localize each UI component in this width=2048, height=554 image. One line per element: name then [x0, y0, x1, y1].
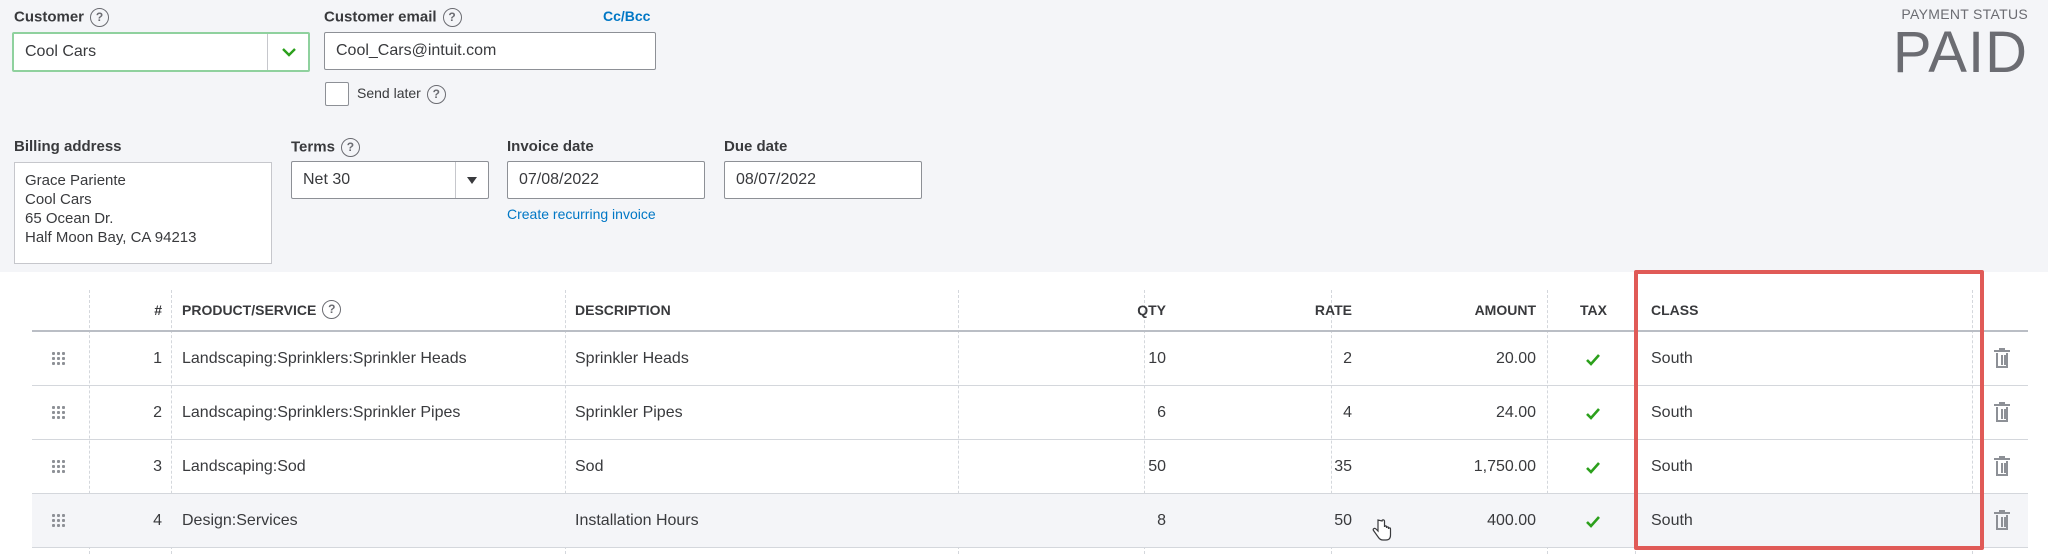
description-cell[interactable]: Sprinkler Pipes [575, 404, 683, 422]
row-number: 4 [153, 512, 162, 529]
qty-cell[interactable]: 10 [1062, 350, 1166, 368]
terms-label: Terms? [291, 138, 360, 157]
billing-address-field[interactable]: Grace Pariente Cool Cars 65 Ocean Dr. Ha… [14, 162, 272, 264]
row-number: 2 [153, 404, 162, 421]
row-number: 1 [153, 350, 162, 367]
customer-email-label: Customer email? [324, 8, 462, 27]
description-cell[interactable]: Sprinkler Heads [575, 350, 689, 368]
rate-cell[interactable]: 50 [1232, 512, 1352, 530]
trash-icon[interactable] [1994, 456, 2010, 476]
send-later-checkbox[interactable] [325, 82, 349, 106]
rate-cell[interactable]: 2 [1232, 350, 1352, 368]
customer-label: Customer? [14, 8, 110, 27]
product-cell[interactable]: Landscaping:Sprinklers:Sprinkler Pipes [182, 404, 460, 422]
help-icon[interactable]: ? [340, 138, 360, 157]
hand-cursor-icon [1372, 519, 1392, 541]
customer-select[interactable]: Cool Cars [12, 32, 310, 72]
trash-icon[interactable] [1994, 510, 2010, 530]
tax-check-icon[interactable] [1585, 406, 1601, 422]
billing-address-line: Cool Cars [25, 191, 92, 208]
drag-handle-icon[interactable] [52, 514, 66, 527]
cc-bcc-link[interactable]: Cc/Bcc [603, 8, 650, 24]
create-recurring-invoice-link[interactable]: Create recurring invoice [507, 206, 656, 222]
billing-address-label: Billing address [14, 138, 122, 155]
class-column-highlight [1634, 270, 1984, 550]
drag-handle-icon[interactable] [52, 406, 66, 419]
column-header-num: # [154, 302, 162, 318]
drag-handle-icon[interactable] [52, 460, 66, 473]
billing-address-line: Grace Pariente [25, 172, 126, 189]
amount-cell[interactable]: 24.00 [1412, 404, 1536, 422]
billing-address-line: Half Moon Bay, CA 94213 [25, 229, 197, 246]
product-cell[interactable]: Landscaping:Sprinklers:Sprinkler Heads [182, 350, 467, 368]
qty-cell[interactable]: 50 [1062, 458, 1166, 476]
description-cell[interactable]: Sod [575, 458, 603, 476]
send-later-label: Send later? [357, 85, 446, 104]
product-cell[interactable]: Landscaping:Sod [182, 458, 306, 476]
drag-handle-icon[interactable] [52, 352, 66, 365]
rate-cell[interactable]: 4 [1232, 404, 1352, 422]
amount-cell[interactable]: 1,750.00 [1412, 458, 1536, 476]
help-icon[interactable]: ? [426, 85, 446, 104]
column-header-description: DESCRIPTION [575, 302, 671, 318]
column-header-rate: RATE [1314, 302, 1352, 318]
tax-check-icon[interactable] [1585, 514, 1601, 530]
tax-check-icon[interactable] [1585, 460, 1601, 476]
invoice-date-label: Invoice date [507, 138, 594, 155]
help-icon[interactable]: ? [90, 8, 110, 27]
chevron-down-icon[interactable] [280, 43, 298, 61]
product-cell[interactable]: Design:Services [182, 512, 298, 530]
due-date-input[interactable]: 08/07/2022 [724, 161, 922, 199]
caret-down-icon[interactable] [455, 162, 488, 198]
column-header-qty: QTY [1137, 302, 1166, 318]
terms-select[interactable]: Net 30 [291, 161, 489, 199]
amount-cell[interactable]: 400.00 [1412, 512, 1536, 530]
payment-status: PAYMENT STATUS PAID [1893, 6, 2028, 84]
rate-cell[interactable]: 35 [1232, 458, 1352, 476]
qty-cell[interactable]: 8 [1062, 512, 1166, 530]
column-header-tax: TAX [1580, 302, 1607, 318]
trash-icon[interactable] [1994, 402, 2010, 422]
help-icon[interactable]: ? [442, 8, 462, 27]
column-header-amount: AMOUNT [1474, 302, 1536, 318]
qty-cell[interactable]: 6 [1062, 404, 1166, 422]
amount-cell[interactable]: 20.00 [1412, 350, 1536, 368]
invoice-date-input[interactable]: 07/08/2022 [507, 161, 705, 199]
description-cell[interactable]: Installation Hours [575, 512, 699, 530]
column-header-product[interactable]: PRODUCT/SERVICE? [182, 300, 342, 320]
trash-icon[interactable] [1994, 348, 2010, 368]
customer-value: Cool Cars [25, 43, 97, 60]
customer-select-separator [267, 34, 268, 70]
help-icon[interactable]: ? [322, 300, 342, 320]
row-number: 3 [153, 458, 162, 475]
customer-email-input[interactable]: Cool_Cars@intuit.com [324, 32, 656, 70]
payment-status-value: PAID [1892, 20, 2028, 85]
billing-address-line: 65 Ocean Dr. [25, 210, 114, 227]
tax-check-icon[interactable] [1585, 352, 1601, 368]
due-date-label: Due date [724, 138, 788, 155]
